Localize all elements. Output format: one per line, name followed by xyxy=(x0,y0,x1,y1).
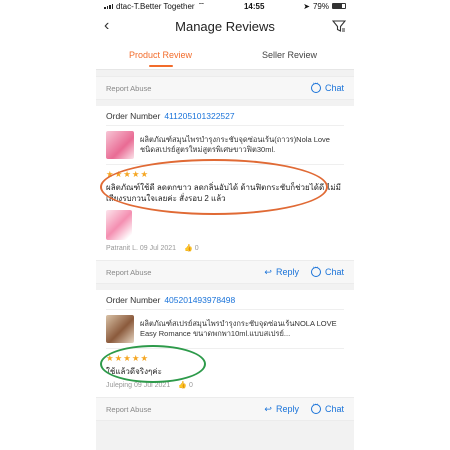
carrier-text: dtac-T.Better Together xyxy=(116,1,195,11)
chat-icon xyxy=(310,264,321,277)
report-abuse-link[interactable]: Report Abuse xyxy=(106,268,151,277)
order-row: Order Number 405201493978498 xyxy=(106,290,344,310)
star-rating: ★ ★ ★ ★ ★ xyxy=(106,353,149,363)
order-row: Order Number 411205101322527 xyxy=(106,106,344,126)
order-label: Order Number xyxy=(106,110,161,121)
report-abuse-link[interactable]: Report Abuse xyxy=(106,84,151,93)
order-number-link[interactable]: 411205101322527 xyxy=(164,111,234,121)
review-card: Order Number 405201493978498 ผลิตภัณฑ์สเ… xyxy=(96,290,354,397)
author-date: Patranit L. 09 Jul 2021 xyxy=(106,244,177,252)
back-arrow-icon[interactable]: ‹ xyxy=(104,17,118,35)
battery-icon xyxy=(332,3,346,9)
product-row[interactable]: ผลิตภัณฑ์สมุนไพรบำรุงกระชับจุดซ่อนเร้น(ถ… xyxy=(106,126,344,165)
product-title: ผลิตภัณฑ์สเปรย์สมุนไพรบำรุงกระชับจุดซ่อน… xyxy=(140,319,337,338)
thumbs-up-icon: 👍 xyxy=(178,382,187,389)
signal-icon xyxy=(104,3,113,9)
review-action-bar: Report Abuse ↩Reply Chat xyxy=(96,260,354,284)
reply-icon: ↩ xyxy=(264,266,272,277)
product-thumbnail[interactable] xyxy=(106,131,134,159)
star-rating: ★ ★ ★ ★ ★ xyxy=(106,169,149,179)
status-bar: dtac-T.Better Together ⌔ 14:55 ➤ 79% xyxy=(96,0,354,12)
review-body: ★ ★ ★ ★ ★ ใช้แล้วดีจริงๆค่ะ Juleping 09 Jul … xyxy=(100,345,344,397)
app-screen: dtac-T.Better Together ⌔ 14:55 ➤ 79% ‹ M… xyxy=(96,0,354,450)
product-title: ผลิตภัณฑ์สมุนไพรบำรุงกระชับจุดซ่อนเร้น(ถ… xyxy=(140,135,330,154)
chat-icon xyxy=(310,401,321,414)
chat-icon xyxy=(310,80,321,93)
reply-button[interactable]: ↩ Reply xyxy=(264,267,299,278)
review-action-bar: Report Abuse Chat xyxy=(96,76,354,100)
reply-button[interactable]: ↩ Reply xyxy=(264,404,299,415)
wifi-icon: ⌔ xyxy=(197,1,206,10)
review-tabs: Product Review Seller Review xyxy=(96,40,354,70)
review-card: Order Number 411205101322527 ผลิตภัณฑ์สม… xyxy=(96,106,354,260)
review-meta: Patranit L. 09 Jul 2021 👍 0 xyxy=(106,244,344,257)
product-thumbnail[interactable] xyxy=(106,315,134,343)
location-icon: ➤ xyxy=(303,1,310,11)
product-row[interactable]: ผลิตภัณฑ์สเปรย์สมุนไพรบำรุงกระชับจุดซ่อน… xyxy=(106,310,344,349)
reply-icon: ↩ xyxy=(264,403,272,414)
review-action-bar: Report Abuse ↩Reply Chat xyxy=(96,397,354,421)
chat-button[interactable]: Chat xyxy=(310,80,344,93)
order-label: Order Number xyxy=(106,294,161,305)
review-body: ★ ★ ★ ★ ★ ผลิตภัณฑ์ใช้ดี ลดตกขาว ลดกลิ่นอับไ… xyxy=(100,159,344,260)
report-abuse-link[interactable]: Report Abuse xyxy=(106,405,151,414)
like-button[interactable]: 👍 0 xyxy=(184,244,199,253)
tab-product-review[interactable]: Product Review xyxy=(96,40,225,69)
review-meta: Juleping 09 Jul 2021 👍 0 xyxy=(106,381,344,394)
page-title: Manage Reviews xyxy=(175,18,275,34)
author-date: Juleping 09 Jul 2021 xyxy=(106,381,171,389)
filter-icon[interactable] xyxy=(332,19,346,33)
thumbs-up-icon: 👍 xyxy=(184,245,193,252)
order-number-link[interactable]: 405201493978498 xyxy=(164,295,235,305)
review-photo[interactable] xyxy=(106,210,132,240)
review-text: ผลิตภัณฑ์ใช้ดี ลดตกขาว ลดกลิ่นอับได้ ด้า… xyxy=(106,183,341,203)
clock-text: 14:55 xyxy=(243,1,265,11)
nav-bar: ‹ Manage Reviews xyxy=(96,12,354,40)
chat-button[interactable]: Chat xyxy=(310,401,344,414)
highlight-circle xyxy=(100,345,206,383)
tab-seller-review[interactable]: Seller Review xyxy=(225,40,354,69)
like-button[interactable]: 👍 0 xyxy=(178,381,193,390)
chat-button[interactable]: Chat xyxy=(310,264,344,277)
battery-percent: 79% xyxy=(312,1,329,11)
review-text: ใช้แล้วดีจริงๆค่ะ xyxy=(106,367,162,376)
